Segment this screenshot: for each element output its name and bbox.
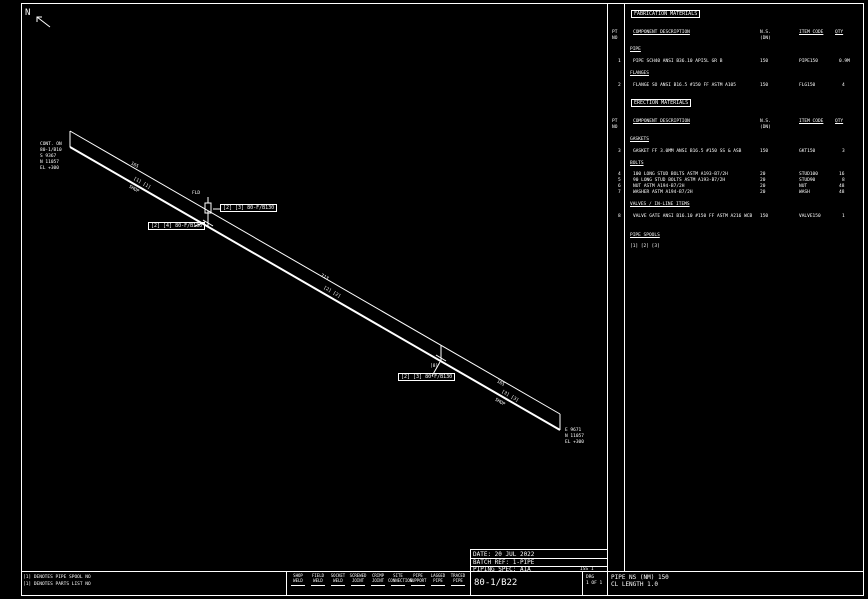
fab-group-flanges: FLANGES xyxy=(630,71,649,76)
pipe-spools-list: [1] [2] [3] xyxy=(630,244,660,249)
pipe-ns: PIPE NS (NM) 150 xyxy=(611,574,669,581)
ere-group-bolts: BOLTS xyxy=(630,161,644,166)
symbol-key-item: SITE CONNECTION xyxy=(388,573,413,586)
symbol-key-left xyxy=(286,571,287,596)
ere-group-gaskets: GASKETS xyxy=(630,137,649,142)
drawing-number: 80-1/B22 xyxy=(474,578,518,588)
fab-group-pipe: PIPE xyxy=(630,47,641,52)
bom-row-qty: 3 xyxy=(842,149,845,154)
bom-row-ns: 150 xyxy=(760,59,769,64)
start-point-label: CONT. ON 80-1/B10 S 9367 N 11057 EL +300 xyxy=(40,142,62,172)
bom-row-pt: 7 xyxy=(618,190,621,195)
bom-row-pt: 1 xyxy=(618,59,621,64)
ere-hdr-code: ITEM CODE xyxy=(799,119,824,124)
end-line-3: EL +300 xyxy=(565,440,584,445)
bom-row-desc: WASHER ASTM A194-B7/2H xyxy=(633,190,693,195)
symbol-key-item: SHOP WELD xyxy=(288,573,308,586)
bom-row-desc: PIPE SCH40 ANSI B36.10 API5L GR B xyxy=(633,59,723,64)
ere-group-valves: VALVES / IN-LINE ITEMS xyxy=(630,202,690,207)
bom-row-code: GKT150 xyxy=(799,149,816,154)
symbol-key-glyph xyxy=(411,585,425,586)
dimension-line xyxy=(69,130,561,415)
fab-hdr-code: ITEM CODE xyxy=(799,30,824,35)
weld-ref-box-3: [2] [3] 80-F/B130 xyxy=(398,373,456,381)
symbol-key-glyph xyxy=(311,585,325,586)
symbol-key-glyph xyxy=(391,585,405,586)
bom-row-code: FLG150 xyxy=(799,83,816,88)
bom-row-qty: 48 xyxy=(839,190,845,195)
legend-note-2: [1] DENOTES PARTS LIST NO xyxy=(23,582,91,587)
fab-hdr-dn: (DN) xyxy=(760,36,771,41)
symbol-key-bottom: PIPE xyxy=(433,578,443,583)
pipe-run xyxy=(69,146,561,431)
symbol-key-bottom: JOINT xyxy=(371,578,385,583)
title-block-left xyxy=(470,549,471,596)
fab-hdr-qty: QTY xyxy=(835,30,844,35)
ere-materials-title: ERECTION MATERIALS xyxy=(631,99,692,107)
symbol-key-bottom: WELD xyxy=(333,578,343,583)
bom-row-ns: 20 xyxy=(760,190,766,195)
end-point-label: E 9671 N 11057 EL +300 xyxy=(565,428,584,446)
bom-row-code: PIPE150 xyxy=(799,59,818,64)
drg-divider xyxy=(582,571,583,596)
title-spec: PIPING SPEC: A1A xyxy=(473,566,531,573)
bom-row-ns: 150 xyxy=(760,83,769,88)
bom-row-desc: GASKET FF 3.0MM ANSI B16.5 #150 SS & ASB xyxy=(633,149,742,154)
fab-hdr-desc: COMPONENT DESCRIPTION xyxy=(633,30,690,35)
fab-hdr-no: NO xyxy=(612,36,618,41)
isometric-drawing xyxy=(36,16,561,431)
bom-row-code: WASH xyxy=(799,190,810,195)
bom-row-pt: 2 xyxy=(618,83,621,88)
symbol-key: SHOP WELD FIELD WELD SOCKET WELD SCREWED JOINT C… xyxy=(288,573,468,595)
north-arrow-shaft xyxy=(36,16,51,28)
bom-row-code: VALVE150 xyxy=(799,214,821,219)
bom-row-qty: 4 xyxy=(842,83,845,88)
ere-hdr-no: NO xyxy=(612,125,618,130)
ere-hdr-qty: QTY xyxy=(835,119,844,124)
symbol-key-item: PIPE SUPPORT xyxy=(408,573,428,586)
symbol-key-glyph xyxy=(351,585,365,586)
fld-label-1: FLD xyxy=(192,191,201,196)
symbol-key-glyph xyxy=(371,585,385,586)
bom-row-qty: 0.9M xyxy=(839,59,850,64)
bom-row-pt: 3 xyxy=(618,149,621,154)
symbol-key-item: TRACED PIPE xyxy=(448,573,468,586)
symbol-key-glyph xyxy=(431,585,445,586)
symbol-key-glyph xyxy=(331,585,345,586)
weld-ref-box-2: [2] [4] 80-F/B130 xyxy=(148,222,206,230)
symbol-key-bottom: JOINT xyxy=(351,578,365,583)
symbol-key-bottom: PIPE xyxy=(453,578,463,583)
title-batch: BATCH REF: 1-PIPE xyxy=(473,559,535,566)
symbol-key-bottom: WELD xyxy=(293,578,303,583)
symbol-key-item: SCREWED JOINT xyxy=(348,573,368,586)
bom-row-qty: 1 xyxy=(842,214,845,219)
symbol-key-item: SOCKET WELD xyxy=(328,573,348,586)
pipe-spools-title: PIPE SPOOLS xyxy=(630,233,660,238)
legend-note-1: [1] DENOTES PIPE SPOOL NO xyxy=(23,575,91,580)
symbol-key-glyph xyxy=(451,585,465,586)
weld-ref-box-1: [2] [3] 80-F/B130 xyxy=(220,204,278,212)
symbol-key-bottom: CONNECTION xyxy=(388,578,413,583)
start-line-5: EL +300 xyxy=(40,166,59,171)
ere-hdr-dn: (DN) xyxy=(760,125,771,130)
symbol-key-item: FIELD WELD xyxy=(308,573,328,586)
symbol-key-item: CRIMP JOINT xyxy=(368,573,388,586)
bom-row-ns: 150 xyxy=(760,149,769,154)
cl-length: CL LENGTH 1.0 xyxy=(611,581,658,588)
bom-row-ns: 150 xyxy=(760,214,769,219)
valve-tag: [8] xyxy=(430,364,439,369)
bom-row-pt: 8 xyxy=(618,214,621,219)
bom-row-desc: FLANGE SO ANSI B16.5 #150 FF ASTM A105 xyxy=(633,83,736,88)
legend-strip-top xyxy=(21,571,864,572)
symbol-key-bottom: SUPPORT xyxy=(409,578,427,583)
title-block-top xyxy=(470,549,607,550)
drg-value: 1 OF 1 xyxy=(586,581,603,586)
bom-row-desc: VALVE GATE ANSI B16.10 #150 FF ASTM A216… xyxy=(633,214,753,219)
symbol-key-glyph xyxy=(291,585,305,586)
symbol-key-item: LAGGED PIPE xyxy=(428,573,448,586)
title-date: DATE: 20 JUL 2022 xyxy=(473,551,535,558)
symbol-key-bottom: WELD xyxy=(313,578,323,583)
ere-hdr-desc: COMPONENT DESCRIPTION xyxy=(633,119,690,124)
fab-materials-title: FABRICATION MATERIALS xyxy=(631,10,701,18)
